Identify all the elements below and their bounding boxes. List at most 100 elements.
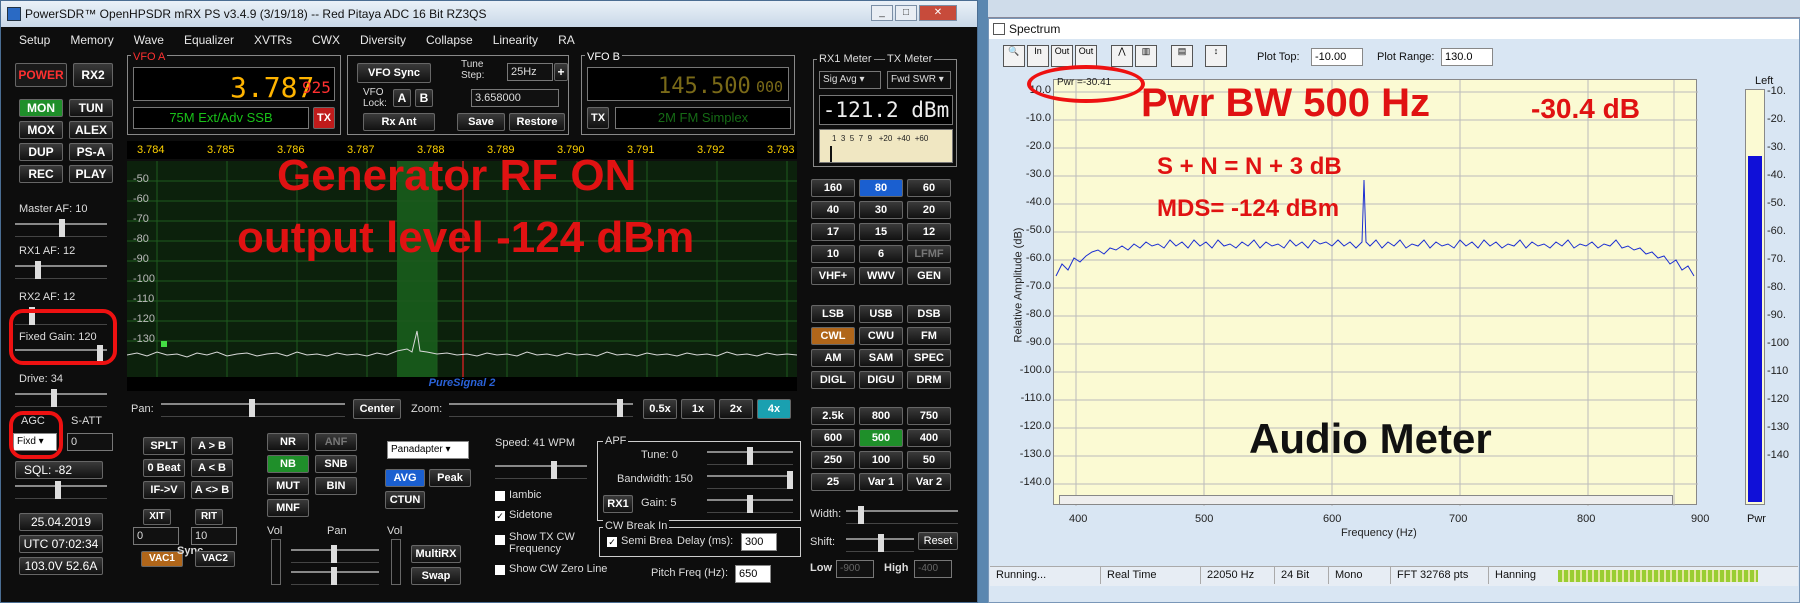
- vfo-b-display[interactable]: 145.500 000: [587, 67, 789, 101]
- mode-button[interactable]: FM: [907, 327, 951, 345]
- rx1-af-slider[interactable]: [15, 261, 107, 279]
- vol2-slider[interactable]: [391, 539, 401, 585]
- reset-button[interactable]: Reset: [918, 532, 958, 550]
- band-button[interactable]: 160: [811, 179, 855, 197]
- filter-button[interactable]: Var 2: [907, 473, 951, 491]
- pan-small-slider-2[interactable]: [291, 567, 379, 585]
- satt-spinner[interactable]: 0: [67, 433, 113, 451]
- split-button[interactable]: SPLT: [143, 437, 185, 455]
- rit-input[interactable]: 10: [191, 527, 237, 545]
- mode-button[interactable]: CWL: [811, 327, 855, 345]
- minimize-icon[interactable]: _: [871, 5, 893, 21]
- rx2-button[interactable]: RX2: [73, 63, 113, 87]
- pan-small-slider[interactable]: [291, 545, 379, 563]
- filter-button[interactable]: 250: [811, 451, 855, 469]
- speed-slider[interactable]: [495, 461, 587, 479]
- vfo-freq-input[interactable]: 3.658000: [471, 89, 559, 107]
- tx-meter-select[interactable]: Fwd SWR ▾: [887, 71, 951, 89]
- rit-button[interactable]: RIT: [195, 509, 223, 525]
- pan-slider[interactable]: [161, 399, 345, 417]
- zoom-0-5x-button[interactable]: 0.5x: [643, 399, 677, 419]
- vac2-button[interactable]: VAC2: [195, 551, 235, 567]
- menu-linearity[interactable]: Linearity: [493, 29, 538, 51]
- filter-button[interactable]: 750: [907, 407, 951, 425]
- mode-button[interactable]: DIGL: [811, 371, 855, 389]
- anf-button[interactable]: ANF: [315, 433, 357, 451]
- vfo-a-tx-button[interactable]: TX: [313, 107, 335, 129]
- band-button[interactable]: 6: [859, 245, 903, 263]
- band-button[interactable]: 40: [811, 201, 855, 219]
- rx1-meter-select[interactable]: Sig Avg ▾: [819, 71, 881, 89]
- b-to-a-button[interactable]: A < B: [191, 459, 233, 477]
- rec-button[interactable]: REC: [19, 165, 63, 183]
- band-button[interactable]: VHF+: [811, 267, 855, 285]
- nr-button[interactable]: NR: [267, 433, 309, 451]
- band-button[interactable]: WWV: [859, 267, 903, 285]
- sql-slider[interactable]: [15, 481, 107, 499]
- sidetone-checkbox[interactable]: ✓: [495, 511, 505, 521]
- menu-xvtrs[interactable]: XVTRs: [254, 29, 292, 51]
- vol-slider[interactable]: [271, 539, 281, 585]
- plot-top-input[interactable]: -10.00: [1311, 48, 1363, 66]
- mode-button[interactable]: LSB: [811, 305, 855, 323]
- center-button[interactable]: Center: [353, 399, 401, 419]
- rx-ant-button[interactable]: Rx Ant: [363, 113, 435, 131]
- drive-slider[interactable]: [15, 389, 107, 407]
- low-input[interactable]: -900: [836, 560, 874, 578]
- restore-button[interactable]: Restore: [509, 113, 565, 131]
- filter-button[interactable]: Var 1: [859, 473, 903, 491]
- display-mode-select[interactable]: Panadapter ▾: [387, 441, 469, 459]
- in-icon[interactable]: In: [1027, 45, 1049, 67]
- nb-button[interactable]: NB: [267, 455, 309, 473]
- apf-tune-slider[interactable]: [707, 447, 793, 465]
- a-swap-b-button[interactable]: A <> B: [191, 481, 233, 499]
- zoom-slider[interactable]: [449, 399, 633, 417]
- vfo-lock-b[interactable]: B: [415, 89, 433, 107]
- filter-button[interactable]: 2.5k: [811, 407, 855, 425]
- save-icon[interactable]: ▤: [1171, 45, 1193, 67]
- ctun-button[interactable]: CTUN: [385, 491, 425, 509]
- close-icon[interactable]: ✕: [919, 5, 957, 21]
- zoom-4x-button[interactable]: 4x: [757, 399, 791, 419]
- if-v-button[interactable]: IF->V: [143, 481, 185, 499]
- vfo-b-tx-button[interactable]: TX: [587, 107, 609, 129]
- band-button[interactable]: 17: [811, 223, 855, 241]
- zoom-1x-button[interactable]: 1x: [681, 399, 715, 419]
- dup-button[interactable]: DUP: [19, 143, 63, 161]
- show-tx-cw-checkbox[interactable]: [495, 535, 505, 545]
- multirx-button[interactable]: MultiRX: [411, 545, 461, 563]
- band-button[interactable]: 10: [811, 245, 855, 263]
- menu-memory[interactable]: Memory: [70, 29, 113, 51]
- band-button[interactable]: 60: [907, 179, 951, 197]
- iambic-checkbox[interactable]: [495, 491, 505, 501]
- plot-range-input[interactable]: 130.0: [1441, 48, 1493, 66]
- save-button[interactable]: Save: [457, 113, 505, 131]
- scale-icon[interactable]: ↕: [1205, 45, 1227, 67]
- mox-button[interactable]: MOX: [19, 121, 63, 139]
- mode-button[interactable]: DRM: [907, 371, 951, 389]
- apf-bandwidth-slider[interactable]: [707, 471, 793, 489]
- zero-beat-button[interactable]: 0 Beat: [143, 459, 185, 477]
- high-input[interactable]: -400: [914, 560, 952, 578]
- power-button[interactable]: POWER: [15, 63, 67, 87]
- alex-button[interactable]: ALEX: [69, 121, 113, 139]
- mode-button[interactable]: DIGU: [859, 371, 903, 389]
- vfo-lock-a[interactable]: A: [393, 89, 411, 107]
- vfo-a-display[interactable]: 3.787 925: [133, 67, 335, 104]
- swap-button[interactable]: Swap: [411, 567, 461, 585]
- mut-button[interactable]: MUT: [267, 477, 309, 495]
- xit-input[interactable]: 0: [133, 527, 179, 545]
- semi-break-checkbox[interactable]: ✓: [607, 537, 617, 547]
- master-af-slider[interactable]: [15, 219, 107, 237]
- xit-button[interactable]: XIT: [143, 509, 171, 525]
- filter-button[interactable]: 600: [811, 429, 855, 447]
- menu-setup[interactable]: Setup: [19, 29, 50, 51]
- a-to-b-button[interactable]: A > B: [191, 437, 233, 455]
- apf-gain-slider[interactable]: [707, 495, 793, 513]
- menu-cwx[interactable]: CWX: [312, 29, 340, 51]
- tun-button[interactable]: TUN: [69, 99, 113, 117]
- maximize-icon[interactable]: □: [895, 5, 917, 21]
- band-button[interactable]: 20: [907, 201, 951, 219]
- play-button[interactable]: PLAY: [69, 165, 113, 183]
- peak-button[interactable]: Peak: [429, 469, 471, 487]
